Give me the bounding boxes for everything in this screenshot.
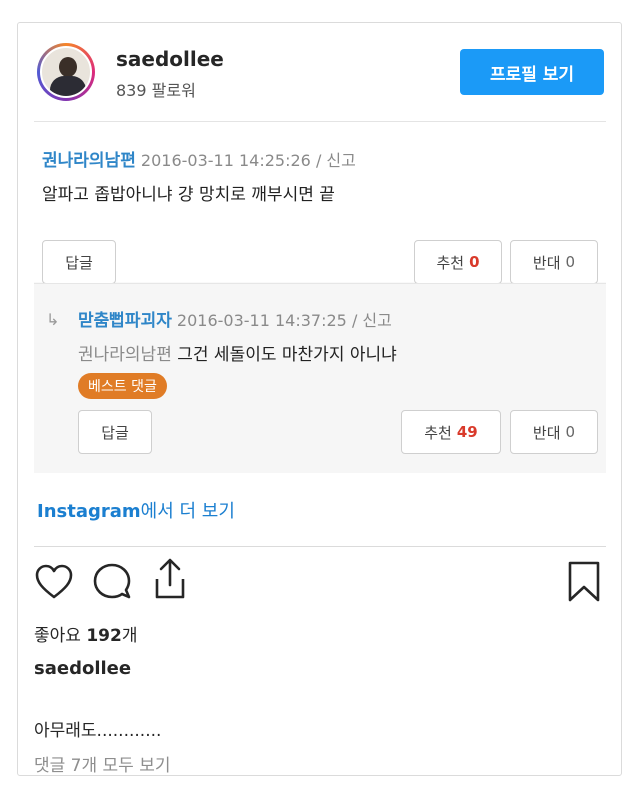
reply-to-user: 권나라의남편 (78, 345, 172, 365)
oppose-count: 0 (565, 253, 576, 271)
avatar-body (50, 76, 86, 96)
follower-count: 839 팔로워 (116, 81, 196, 100)
reply-text: 그건 세돌이도 마찬가지 아니냐 (171, 345, 397, 365)
comment-icon[interactable] (92, 561, 132, 601)
comment-text: 알파고 좁밥아니냐 걍 망치로 깨부시면 끝 (42, 185, 335, 205)
best-comment-badge: 베스트 댓글 (78, 373, 167, 399)
comment-item: 권나라의남편 2016-03-11 14:25:26 / 신고 알파고 좁밥아니… (34, 122, 606, 284)
comment-meta: 2016-03-11 14:25:26 / 신고 (135, 151, 356, 170)
avatar-photo (40, 46, 92, 98)
oppose-button: 반대 0 (510, 240, 598, 284)
reply-button: 답글 (42, 240, 116, 284)
recommend-count: 0 (469, 253, 480, 271)
comment-meta: 2016-03-11 14:37:25 / 신고 (171, 311, 392, 330)
oppose-label: 반대 (532, 423, 561, 442)
username[interactable]: saedollee (116, 47, 224, 71)
recommend-button: 추천 49 (401, 410, 501, 454)
divider (34, 546, 606, 547)
oppose-count: 0 (565, 423, 576, 441)
avatar[interactable] (37, 43, 95, 101)
view-profile-button[interactable]: 프로필 보기 (460, 49, 604, 95)
bookmark-icon[interactable] (566, 560, 602, 604)
comment-author: 권나라의남편 (42, 151, 136, 171)
comment-text: 권나라의남편 그건 세돌이도 마찬가지 아니냐 (78, 340, 397, 365)
post-image: 권나라의남편 2016-03-11 14:25:26 / 신고 알파고 좁밥아니… (34, 121, 606, 473)
reply-arrow-icon: ↳ (46, 310, 60, 329)
heart-icon[interactable] (34, 563, 74, 601)
view-more-text: 에서 더 보기 (140, 501, 235, 522)
recommend-button: 추천 0 (414, 240, 502, 284)
caption-username[interactable]: saedollee (34, 658, 131, 679)
reply-button: 답글 (78, 410, 152, 454)
oppose-button: 반대 0 (510, 410, 598, 454)
likes-suffix: 개 (121, 626, 138, 646)
comment-author: 맏춤뻡파괴자 (78, 311, 172, 331)
share-icon[interactable] (150, 557, 190, 601)
comment-header: 권나라의남편 2016-03-11 14:25:26 / 신고 (42, 146, 356, 171)
reply-comment-item: ↳ 맏춤뻡파괴자 2016-03-11 14:37:25 / 신고 권나라의남편… (34, 283, 606, 473)
instagram-embed-card: saedollee 839 팔로워 프로필 보기 권나라의남편 2016-03-… (17, 22, 622, 776)
comment-header: 맏춤뻡파괴자 2016-03-11 14:37:25 / 신고 (78, 306, 392, 331)
recommend-label: 추천 (436, 253, 465, 272)
view-all-comments-link[interactable]: 댓글 7개 모두 보기 (34, 751, 171, 775)
likes-number: 192 (86, 626, 122, 646)
view-more-on-instagram-link[interactable]: Instagram에서 더 보기 (37, 497, 235, 523)
recommend-count: 49 (456, 423, 478, 441)
oppose-label: 반대 (532, 253, 561, 272)
recommend-label: 추천 (424, 423, 452, 442)
likes-label: 좋아요 (34, 626, 87, 646)
caption-text: 아무래도............ (34, 721, 162, 741)
like-count: 좋아요 192개 (34, 621, 137, 646)
instagram-brand: Instagram (37, 501, 141, 522)
avatar-head (59, 57, 77, 77)
